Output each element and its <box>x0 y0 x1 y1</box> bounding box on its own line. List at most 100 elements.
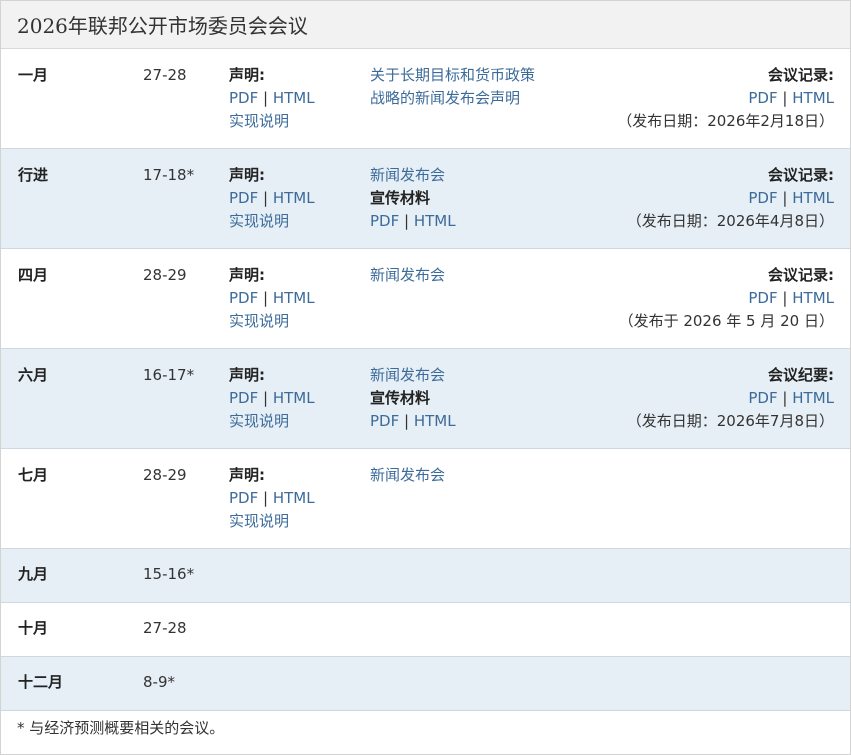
related-links-block: 新闻发布会 宣传材料 PDF | HTML <box>370 364 456 433</box>
meeting-row-january: 一月 27-28 声明: PDF | HTML 实现说明 关于长期目标和货币政策… <box>1 49 850 149</box>
related-links-block: 新闻发布会 <box>370 464 445 487</box>
minutes-release-date: （发布于 2026 年 5 月 20 日） <box>618 312 834 330</box>
statement-html-link[interactable]: HTML <box>273 89 315 107</box>
minutes-html-link[interactable]: HTML <box>792 289 834 307</box>
meeting-month: 十二月 <box>18 673 64 691</box>
link-separator: | <box>404 212 410 230</box>
implementation-note-link[interactable]: 实现说明 <box>229 210 315 233</box>
meeting-dates: 27-28 <box>143 619 187 637</box>
minutes-html-link[interactable]: HTML <box>792 89 834 107</box>
meeting-dates: 16-17* <box>143 366 195 384</box>
calendar-header: 2026年联邦公开市场委员会会议 <box>1 1 850 49</box>
meeting-row-june: 六月 16-17* 声明: PDF | HTML 实现说明 新闻发布会 宣传材料… <box>1 349 850 449</box>
promo-materials-label: 宣传材料 <box>370 189 431 207</box>
minutes-label: 会议记录: <box>768 66 834 84</box>
statement-pdf-link[interactable]: PDF <box>229 189 258 207</box>
link-separator: | <box>782 389 788 407</box>
minutes-html-link[interactable]: HTML <box>792 389 834 407</box>
meeting-dates: 8-9* <box>143 673 175 691</box>
page-title: 2026年联邦公开市场委员会会议 <box>17 14 308 38</box>
minutes-pdf-link[interactable]: PDF <box>748 289 777 307</box>
statement-label: 声明: <box>229 466 265 484</box>
minutes-release-date: （发布日期：2026年4月8日） <box>626 212 834 230</box>
statement-block: 声明: PDF | HTML 实现说明 <box>229 64 315 133</box>
meeting-row-december: 十二月 8-9* <box>1 657 850 711</box>
meeting-month: 四月 <box>18 266 49 284</box>
statement-html-link[interactable]: HTML <box>273 489 315 507</box>
meeting-dates: 17-18* <box>143 166 195 184</box>
implementation-note-link[interactable]: 实现说明 <box>229 510 315 533</box>
minutes-block: 会议记录: PDF | HTML （发布于 2026 年 5 月 20 日） <box>619 264 834 333</box>
meeting-month: 九月 <box>18 565 49 583</box>
statement-pdf-link[interactable]: PDF <box>229 289 258 307</box>
minutes-html-link[interactable]: HTML <box>792 189 834 207</box>
projections-pdf-link[interactable]: PDF <box>370 212 399 230</box>
press-conference-link[interactable]: 新闻发布会 <box>370 464 445 487</box>
statement-block: 声明: PDF | HTML 实现说明 <box>229 364 315 433</box>
minutes-block: 会议纪要: PDF | HTML （发布日期：2026年7月8日） <box>627 364 834 433</box>
meeting-dates: 28-29 <box>143 266 187 284</box>
press-conference-link[interactable]: 新闻发布会 <box>370 264 445 287</box>
longer-run-goals-link-line1[interactable]: 关于长期目标和货币政策 <box>370 64 535 87</box>
statement-html-link[interactable]: HTML <box>273 389 315 407</box>
meeting-row-september: 九月 15-16* <box>1 549 850 603</box>
statement-pdf-link[interactable]: PDF <box>229 389 258 407</box>
minutes-pdf-link[interactable]: PDF <box>748 89 777 107</box>
minutes-label: 会议记录: <box>768 166 834 184</box>
press-conference-link[interactable]: 新闻发布会 <box>370 364 456 387</box>
meeting-month: 六月 <box>18 366 49 384</box>
meeting-dates: 28-29 <box>143 466 187 484</box>
statement-pdf-link[interactable]: PDF <box>229 89 258 107</box>
promo-materials-label: 宣传材料 <box>370 389 431 407</box>
meeting-month: 七月 <box>18 466 49 484</box>
projections-html-link[interactable]: HTML <box>414 212 456 230</box>
meeting-dates: 27-28 <box>143 66 187 84</box>
meeting-row-march: 行进 17-18* 声明: PDF | HTML 实现说明 新闻发布会 宣传材料… <box>1 149 850 249</box>
statement-block: 声明: PDF | HTML 实现说明 <box>229 464 315 533</box>
statement-pdf-link[interactable]: PDF <box>229 489 258 507</box>
statement-html-link[interactable]: HTML <box>273 289 315 307</box>
meeting-row-october: 十月 27-28 <box>1 603 850 657</box>
longer-run-goals-link-line2[interactable]: 战略的新闻发布会声明 <box>370 87 535 110</box>
minutes-pdf-link[interactable]: PDF <box>748 189 777 207</box>
implementation-note-link[interactable]: 实现说明 <box>229 410 315 433</box>
minutes-label: 会议纪要: <box>768 366 834 384</box>
related-links-block: 关于长期目标和货币政策 战略的新闻发布会声明 <box>370 64 535 110</box>
minutes-release-date: （发布日期：2026年7月8日） <box>626 412 834 430</box>
minutes-label: 会议记录: <box>768 266 834 284</box>
meeting-row-april: 四月 28-29 声明: PDF | HTML 实现说明 新闻发布会 会议记录:… <box>1 249 850 349</box>
projections-pdf-link[interactable]: PDF <box>370 412 399 430</box>
statement-label: 声明: <box>229 166 265 184</box>
implementation-note-link[interactable]: 实现说明 <box>229 110 315 133</box>
statement-label: 声明: <box>229 366 265 384</box>
meeting-month: 行进 <box>18 166 49 184</box>
footnote: * 与经济预测概要相关的会议。 <box>17 719 225 737</box>
link-separator: | <box>263 489 269 507</box>
statement-label: 声明: <box>229 66 265 84</box>
minutes-block: 会议记录: PDF | HTML （发布日期：2026年4月8日） <box>627 164 834 233</box>
link-separator: | <box>782 289 788 307</box>
implementation-note-link[interactable]: 实现说明 <box>229 310 315 333</box>
statement-block: 声明: PDF | HTML 实现说明 <box>229 264 315 333</box>
minutes-release-date: （发布日期：2026年2月18日） <box>617 112 834 130</box>
link-separator: | <box>263 189 269 207</box>
projections-html-link[interactable]: HTML <box>414 412 456 430</box>
related-links-block: 新闻发布会 宣传材料 PDF | HTML <box>370 164 456 233</box>
link-separator: | <box>263 289 269 307</box>
link-separator: | <box>404 412 410 430</box>
link-separator: | <box>782 189 788 207</box>
meeting-dates: 15-16* <box>143 565 195 583</box>
statement-block: 声明: PDF | HTML 实现说明 <box>229 164 315 233</box>
statement-html-link[interactable]: HTML <box>273 189 315 207</box>
minutes-pdf-link[interactable]: PDF <box>748 389 777 407</box>
link-separator: | <box>263 389 269 407</box>
fomc-calendar-panel: 2026年联邦公开市场委员会会议 一月 27-28 声明: PDF | HTML… <box>0 0 851 755</box>
link-separator: | <box>263 89 269 107</box>
meeting-month: 一月 <box>18 66 49 84</box>
meeting-month: 十月 <box>18 619 49 637</box>
link-separator: | <box>782 89 788 107</box>
press-conference-link[interactable]: 新闻发布会 <box>370 164 456 187</box>
meeting-row-july: 七月 28-29 声明: PDF | HTML 实现说明 新闻发布会 <box>1 449 850 549</box>
related-links-block: 新闻发布会 <box>370 264 445 287</box>
minutes-block: 会议记录: PDF | HTML （发布日期：2026年2月18日） <box>617 64 834 133</box>
